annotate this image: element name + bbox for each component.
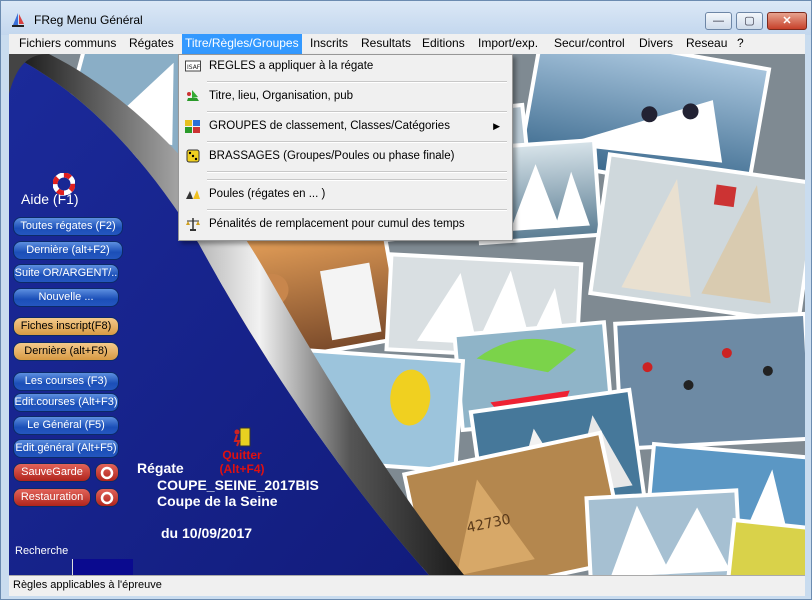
sidebar-button-label: Toutes régates (F2) bbox=[20, 220, 116, 232]
menu-item-2[interactable]: Titre, lieu, Organisation, pub bbox=[181, 85, 508, 107]
menu-separator bbox=[207, 179, 507, 181]
menu-item-label: Pénalités de remplacement pour cumul des… bbox=[209, 218, 465, 230]
menu-item-label: BRASSAGES (Groupes/Poules ou phase final… bbox=[209, 150, 455, 162]
regate-date: du 10/09/2017 bbox=[161, 525, 253, 541]
menu-item-6[interactable]: Pénalités de remplacement pour cumul des… bbox=[181, 213, 508, 235]
sidebar-button-label: Dernière (alt+F8) bbox=[24, 345, 108, 357]
sidebar-button-4[interactable]: Nouvelle ... bbox=[13, 288, 119, 307]
quitter-button[interactable]: Quitter (Alt+F4) bbox=[214, 426, 270, 476]
lifebuoy-small-icon bbox=[100, 491, 114, 505]
sidebar-button-label: Nouvelle ... bbox=[38, 291, 94, 303]
menu-editions[interactable]: Editions bbox=[422, 36, 465, 50]
menu-reseau[interactable]: Reseau bbox=[686, 36, 727, 50]
restauration-options-button[interactable] bbox=[95, 488, 119, 507]
sauvegarde-button[interactable]: SauveGarde bbox=[13, 463, 91, 482]
menu-r-gates[interactable]: Régates bbox=[129, 36, 174, 50]
menu-item-label: GROUPES de classement, Classes/Catégorie… bbox=[209, 120, 450, 132]
sidebar-button-label: Edit.général (Alt+F5) bbox=[15, 442, 117, 454]
sidebar-button-label: Les courses (F3) bbox=[24, 375, 108, 387]
restauration-label: Restauration bbox=[20, 491, 84, 503]
menu-separator bbox=[207, 171, 507, 173]
menu-inscrits[interactable]: Inscrits bbox=[310, 36, 348, 50]
regate-code: COUPE_SEINE_2017BIS bbox=[157, 477, 319, 493]
quitter-label: Quitter bbox=[222, 448, 262, 462]
menu-resultats[interactable]: Resultats bbox=[361, 36, 411, 50]
menu-separator bbox=[207, 141, 507, 143]
lifebuoy-small-icon bbox=[100, 466, 114, 480]
sidebar-button-label: Fiches inscript(F8) bbox=[20, 320, 112, 332]
menu-secur-control[interactable]: Secur/control bbox=[554, 36, 625, 50]
menu-bar: Fichiers communs Régates Titre/Règles/Grou… bbox=[9, 34, 805, 54]
sidebar-button-6[interactable]: Dernière (alt+F8) bbox=[13, 342, 119, 361]
lifebuoy-icon bbox=[53, 173, 75, 195]
svg-text:ISAF: ISAF bbox=[187, 64, 201, 71]
sidebar-button-2[interactable]: Dernière (alt+F2) bbox=[13, 241, 123, 260]
scale-icon bbox=[185, 217, 201, 231]
poules-icon bbox=[185, 187, 201, 201]
menu-[interactable]: ? bbox=[737, 36, 744, 50]
menu-fichiers-communs[interactable]: Fichiers communs bbox=[19, 36, 116, 50]
sauvegarde-label: SauveGarde bbox=[21, 466, 83, 478]
sidebar-button-label: Le Général (F5) bbox=[27, 419, 105, 431]
menu-separator bbox=[207, 81, 507, 83]
boat-icon bbox=[185, 89, 201, 103]
sidebar-button-10[interactable]: Edit.général (Alt+F5) bbox=[13, 439, 119, 458]
menu-item-5[interactable]: Poules (régates en ... ) bbox=[181, 183, 508, 205]
menu-titre-r-gles-groupes[interactable]: Titre/Règles/Groupes bbox=[182, 34, 302, 54]
recherche-input[interactable] bbox=[72, 559, 133, 575]
menu-item-4[interactable]: BRASSAGES (Groupes/Poules ou phase final… bbox=[181, 145, 508, 167]
sidebar-button-5[interactable]: Fiches inscript(F8) bbox=[13, 317, 119, 336]
title-bar[interactable]: FReg Menu Général — ▢ ✕ bbox=[1, 1, 811, 35]
window-title: FReg Menu Général bbox=[34, 13, 143, 27]
menu-item-label: Titre, lieu, Organisation, pub bbox=[209, 90, 354, 102]
titre-regles-groupes-menu: ISAF REGLES a appliquer à la régate Titre,… bbox=[178, 54, 513, 241]
menu-import-exp[interactable]: Import/exp. bbox=[478, 36, 538, 50]
groups-icon bbox=[185, 119, 201, 133]
regate-label: Régate bbox=[137, 460, 184, 476]
sidebar-button-label: Suite OR/ARGENT/.. bbox=[14, 267, 118, 279]
sidebar-button-1[interactable]: Toutes régates (F2) bbox=[13, 217, 123, 236]
menu-item-1[interactable]: ISAF REGLES a appliquer à la régate bbox=[181, 55, 508, 77]
exit-door-icon bbox=[233, 427, 251, 447]
sauvegarde-options-button[interactable] bbox=[95, 463, 119, 482]
menu-item-label: REGLES a appliquer à la régate bbox=[209, 60, 374, 72]
dice-icon bbox=[185, 149, 201, 163]
minimize-button[interactable]: — bbox=[705, 12, 732, 30]
regate-name: Coupe de la Seine bbox=[157, 493, 278, 509]
menu-separator bbox=[207, 111, 507, 113]
status-text: Règles applicables à l'épreuve bbox=[13, 579, 162, 591]
rules-icon: ISAF bbox=[185, 59, 201, 73]
sidebar-button-3[interactable]: Suite OR/ARGENT/.. bbox=[13, 264, 119, 283]
sidebar-button-9[interactable]: Le Général (F5) bbox=[13, 416, 119, 435]
maximize-button[interactable]: ▢ bbox=[736, 12, 763, 30]
sidebar-button-7[interactable]: Les courses (F3) bbox=[13, 372, 119, 391]
menu-divers[interactable]: Divers bbox=[639, 36, 673, 50]
menu-separator bbox=[207, 209, 507, 211]
recherche-label: Recherche bbox=[15, 545, 69, 557]
app-icon bbox=[12, 13, 24, 27]
sidebar-button-label: Edit.courses (Alt+F3) bbox=[14, 396, 118, 408]
quitter-shortcut: (Alt+F4) bbox=[219, 462, 265, 476]
menu-item-label: Poules (régates en ... ) bbox=[209, 188, 326, 200]
menu-item-3[interactable]: GROUPES de classement, Classes/Catégorie… bbox=[181, 115, 508, 137]
aide-help-button[interactable]: Aide (F1) bbox=[21, 173, 79, 207]
submenu-arrow-icon: ▶ bbox=[493, 121, 500, 131]
sidebar-button-8[interactable]: Edit.courses (Alt+F3) bbox=[13, 393, 119, 412]
close-button[interactable]: ✕ bbox=[767, 12, 807, 30]
main-window: FReg Menu Général — ▢ ✕ Fichiers communs… bbox=[0, 0, 812, 600]
sidebar-button-label: Dernière (alt+F2) bbox=[26, 244, 110, 256]
restauration-button[interactable]: Restauration bbox=[13, 488, 91, 507]
status-bar: Règles applicables à l'épreuve bbox=[9, 575, 805, 596]
